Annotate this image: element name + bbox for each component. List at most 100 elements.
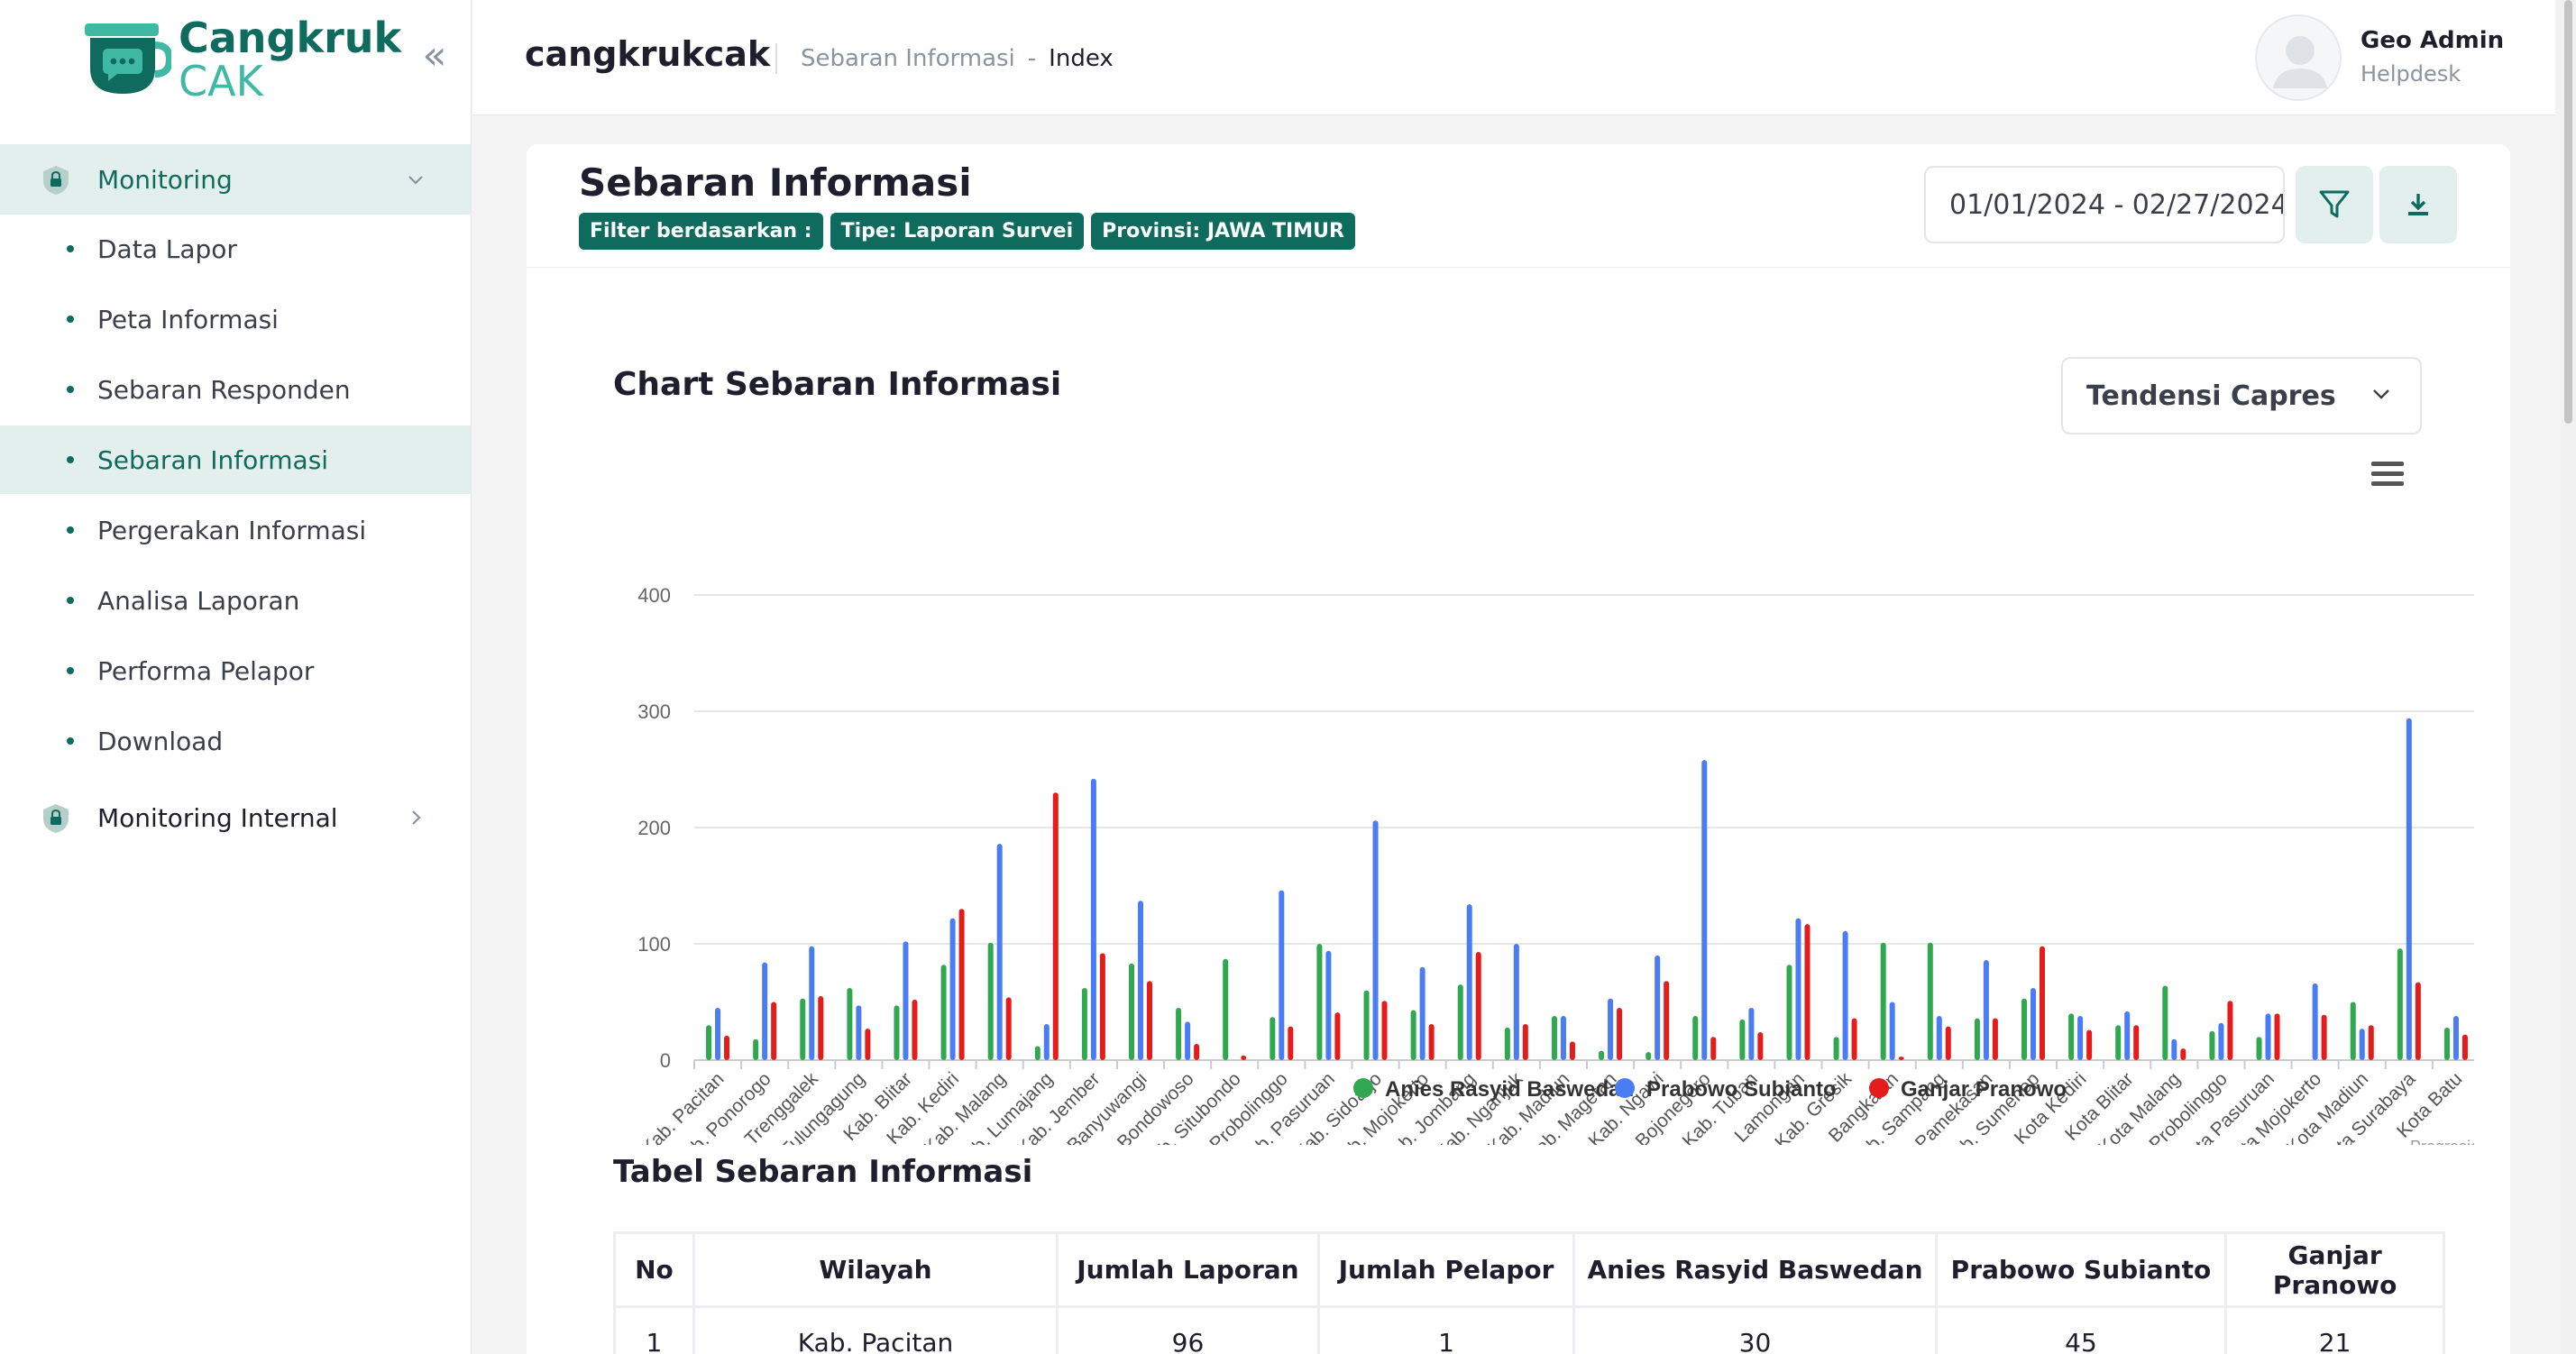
collapse-sidebar-icon[interactable]: « xyxy=(417,36,453,76)
y-tick-label: 100 xyxy=(637,933,671,956)
page-scrollbar[interactable] xyxy=(2561,0,2576,1354)
sidebar-item-sebaran-responden[interactable]: Sebaran Responden xyxy=(0,355,472,424)
chart-bar xyxy=(1034,1046,1040,1060)
chart-bar xyxy=(847,988,853,1060)
logo-line1: Cangkruk xyxy=(179,14,402,62)
chart-bar xyxy=(2312,983,2318,1060)
content-card: Sebaran Informasi Filter berdasarkan : T… xyxy=(527,144,2510,1354)
chart-bar xyxy=(2397,948,2403,1060)
chart-bar xyxy=(1129,963,1134,1060)
chart-bar xyxy=(2321,1014,2327,1060)
chart-bar xyxy=(949,918,956,1060)
chart-bar xyxy=(1551,1015,1557,1060)
avatar[interactable] xyxy=(2255,14,2342,101)
legend-marker xyxy=(1353,1078,1373,1098)
legend-marker xyxy=(1615,1078,1635,1098)
chart-credit: Progresio xyxy=(2410,1138,2474,1145)
bullet-dot-icon xyxy=(67,526,74,534)
sidebar-group-monitoring[interactable]: Monitoring xyxy=(0,144,472,215)
shield-lock-icon xyxy=(43,166,69,195)
logo-line2: CAK xyxy=(179,57,263,105)
table-title: Tabel Sebaran Informasi xyxy=(613,1154,1033,1190)
chart-bar xyxy=(2086,1029,2093,1060)
chart-bar xyxy=(903,941,909,1060)
chart-bar xyxy=(1457,984,1463,1060)
brand-name: cangkrukcak xyxy=(525,34,771,74)
chart-bar xyxy=(1270,1017,1276,1060)
chart-bar xyxy=(2265,1013,2271,1060)
chart-bar xyxy=(1176,1007,1182,1060)
tendency-select[interactable]: Tendensi Capres xyxy=(2061,357,2422,435)
table-cell: 21 xyxy=(2224,1305,2445,1354)
filter-button[interactable] xyxy=(2296,166,2373,243)
chart-bar xyxy=(1043,1024,1050,1060)
chart-bar xyxy=(1927,942,1933,1060)
sidebar-item-data-lapor[interactable]: Data Lapor xyxy=(0,215,472,283)
top-header: cangkrukcak Sebaran Informasi - Index Ge… xyxy=(472,0,2555,115)
chart-bar xyxy=(1504,1027,1510,1060)
chart-bar xyxy=(2171,1038,2177,1060)
chart-bar xyxy=(706,1025,712,1060)
chart-bar xyxy=(818,996,824,1060)
sidebar-item-analisa-laporan[interactable]: Analisa Laporan xyxy=(0,566,472,635)
logo[interactable]: Cangkruk CAK xyxy=(78,14,401,105)
legend-marker xyxy=(1869,1078,1889,1098)
chevron-right-icon xyxy=(412,810,421,825)
table-cell: 96 xyxy=(1056,1305,1320,1354)
chart-bar xyxy=(1513,944,1519,1060)
sidebar-item-download[interactable]: Download xyxy=(0,707,472,775)
chart-bar xyxy=(1617,1007,1623,1060)
chart-bar xyxy=(2256,1037,2262,1060)
filter-badges: Filter berdasarkan : Tipe: Laporan Surve… xyxy=(579,213,1355,250)
user-avatar-icon xyxy=(2273,36,2327,88)
bullet-dot-icon xyxy=(67,597,74,604)
chart-bar xyxy=(1223,958,1229,1060)
sidebar-item-peta-informasi[interactable]: Peta Informasi xyxy=(0,285,472,353)
sidebar-item-pergerakan-informasi[interactable]: Pergerakan Informasi xyxy=(0,496,472,564)
chart-bar xyxy=(1936,1015,1942,1060)
breadcrumb-current: Index xyxy=(1049,45,1114,72)
sidebar-group-label: Monitoring xyxy=(97,164,233,195)
chart-bar xyxy=(1372,820,1379,1060)
chart-bar xyxy=(2274,1013,2280,1060)
y-tick-label: 300 xyxy=(637,700,671,723)
chart-bar xyxy=(2218,1022,2224,1060)
chart-bar xyxy=(2227,1001,2233,1060)
chart-bar xyxy=(800,998,806,1060)
chart-bar xyxy=(1992,1018,1998,1060)
chart-bar xyxy=(1880,942,1886,1060)
filter-type-badge: Tipe: Laporan Survei xyxy=(830,213,1085,250)
breadcrumb-parent[interactable]: Sebaran Informasi xyxy=(801,45,1015,72)
chart-bar xyxy=(724,1035,730,1060)
chart-bar xyxy=(1288,1026,1294,1060)
chart-bar xyxy=(1428,1024,1435,1060)
user-role: Helpdesk xyxy=(2361,61,2461,87)
chart-bar xyxy=(2115,1025,2122,1060)
chart-bar xyxy=(865,1029,871,1060)
chart-bar xyxy=(1560,1015,1566,1060)
tendency-select-value: Tendensi Capres xyxy=(2086,380,2336,412)
chart-bar xyxy=(1325,950,1332,1060)
sidebar-item-label: Data Lapor xyxy=(97,233,237,264)
sidebar-item-sebaran-informasi[interactable]: Sebaran Informasi xyxy=(0,425,472,494)
chart-bar xyxy=(1194,1043,1200,1060)
scrollbar-thumb[interactable] xyxy=(2564,0,2572,424)
sidebar: Cangkruk CAK « Monitoring Data Lapor Pet… xyxy=(0,0,472,1354)
chart-bar xyxy=(1241,1055,1247,1060)
chart-bar xyxy=(762,962,768,1060)
table-cell: 1 xyxy=(1316,1305,1576,1354)
sidebar-group-monitoring-internal[interactable]: Monitoring Internal xyxy=(0,782,472,853)
table-cell: 30 xyxy=(1572,1305,1938,1354)
shield-lock-icon xyxy=(43,804,69,833)
sidebar-item-label: Sebaran Informasi xyxy=(97,444,329,475)
date-range-input[interactable]: 01/01/2024 - 02/27/2024 xyxy=(1924,166,2285,243)
chart-bar xyxy=(1804,924,1811,1060)
sidebar-item-performa-pelapor[interactable]: Performa Pelapor xyxy=(0,636,472,705)
bullet-dot-icon xyxy=(67,456,74,463)
chart-bar xyxy=(1757,1032,1764,1060)
download-button[interactable] xyxy=(2379,166,2457,243)
chart-bar xyxy=(2021,998,2027,1060)
chart-bar xyxy=(2368,1025,2374,1060)
sidebar-item-label: Performa Pelapor xyxy=(97,655,315,686)
chart-bar xyxy=(1363,990,1370,1060)
